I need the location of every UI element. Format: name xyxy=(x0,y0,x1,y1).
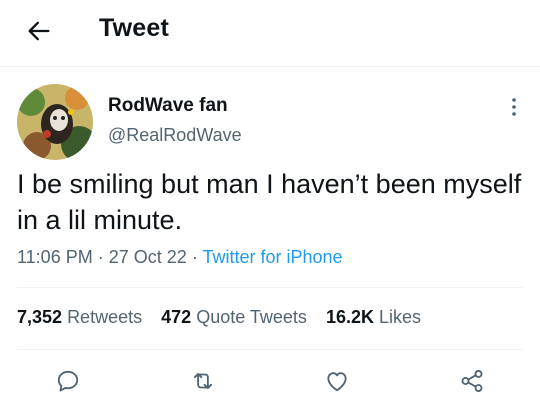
retweets-label: Retweets xyxy=(67,307,143,327)
quote-tweets-stat[interactable]: 472 Quote Tweets xyxy=(161,307,307,327)
avatar[interactable] xyxy=(17,84,93,160)
heart-icon xyxy=(327,372,347,392)
stats-divider-top xyxy=(17,287,523,288)
back-button[interactable] xyxy=(22,14,56,48)
tweet-text: I be smiling but man I haven’t been myse… xyxy=(17,169,522,235)
meta-separator: · xyxy=(191,247,198,267)
tweet-date[interactable]: 27 Oct 22 xyxy=(109,247,187,267)
quotes-label: Quote Tweets xyxy=(196,307,307,327)
retweet-button[interactable] xyxy=(188,366,218,396)
retweets-stat[interactable]: 7,352 Retweets xyxy=(17,307,142,327)
reply-icon xyxy=(57,370,79,392)
top-bar: Tweet xyxy=(0,0,540,60)
share-icon xyxy=(461,370,483,392)
retweet-icon xyxy=(193,373,213,389)
reply-button[interactable] xyxy=(53,366,83,396)
tweet-time[interactable]: 11:06 PM xyxy=(17,247,93,267)
arrow-left-icon xyxy=(28,21,50,41)
author-display-name[interactable]: RodWave fan xyxy=(108,95,228,117)
quotes-count: 472 xyxy=(161,307,192,327)
share-button[interactable] xyxy=(457,366,487,396)
retweets-count: 7,352 xyxy=(17,307,63,327)
tweet-meta: 11:06 PM · 27 Oct 22 · Twitter for iPhon… xyxy=(17,247,343,268)
stats-divider-bottom xyxy=(17,349,523,350)
meta-separator: · xyxy=(97,247,104,267)
header-divider xyxy=(0,66,540,67)
engagement-stats: 7,352 Retweets 472 Quote Tweets 16.2K Li… xyxy=(17,307,435,328)
likes-count: 16.2K xyxy=(325,307,374,327)
like-button[interactable] xyxy=(322,366,352,396)
action-bar xyxy=(0,366,540,400)
author-handle[interactable]: @RealRodWave xyxy=(108,125,242,146)
tweet-source-link[interactable]: Twitter for iPhone xyxy=(203,247,343,267)
more-options-button[interactable] xyxy=(505,95,523,119)
likes-label: Likes xyxy=(379,307,422,327)
more-vertical-icon xyxy=(512,98,516,116)
page-title: Tweet xyxy=(99,14,169,42)
likes-stat[interactable]: 16.2K Likes xyxy=(326,307,421,327)
